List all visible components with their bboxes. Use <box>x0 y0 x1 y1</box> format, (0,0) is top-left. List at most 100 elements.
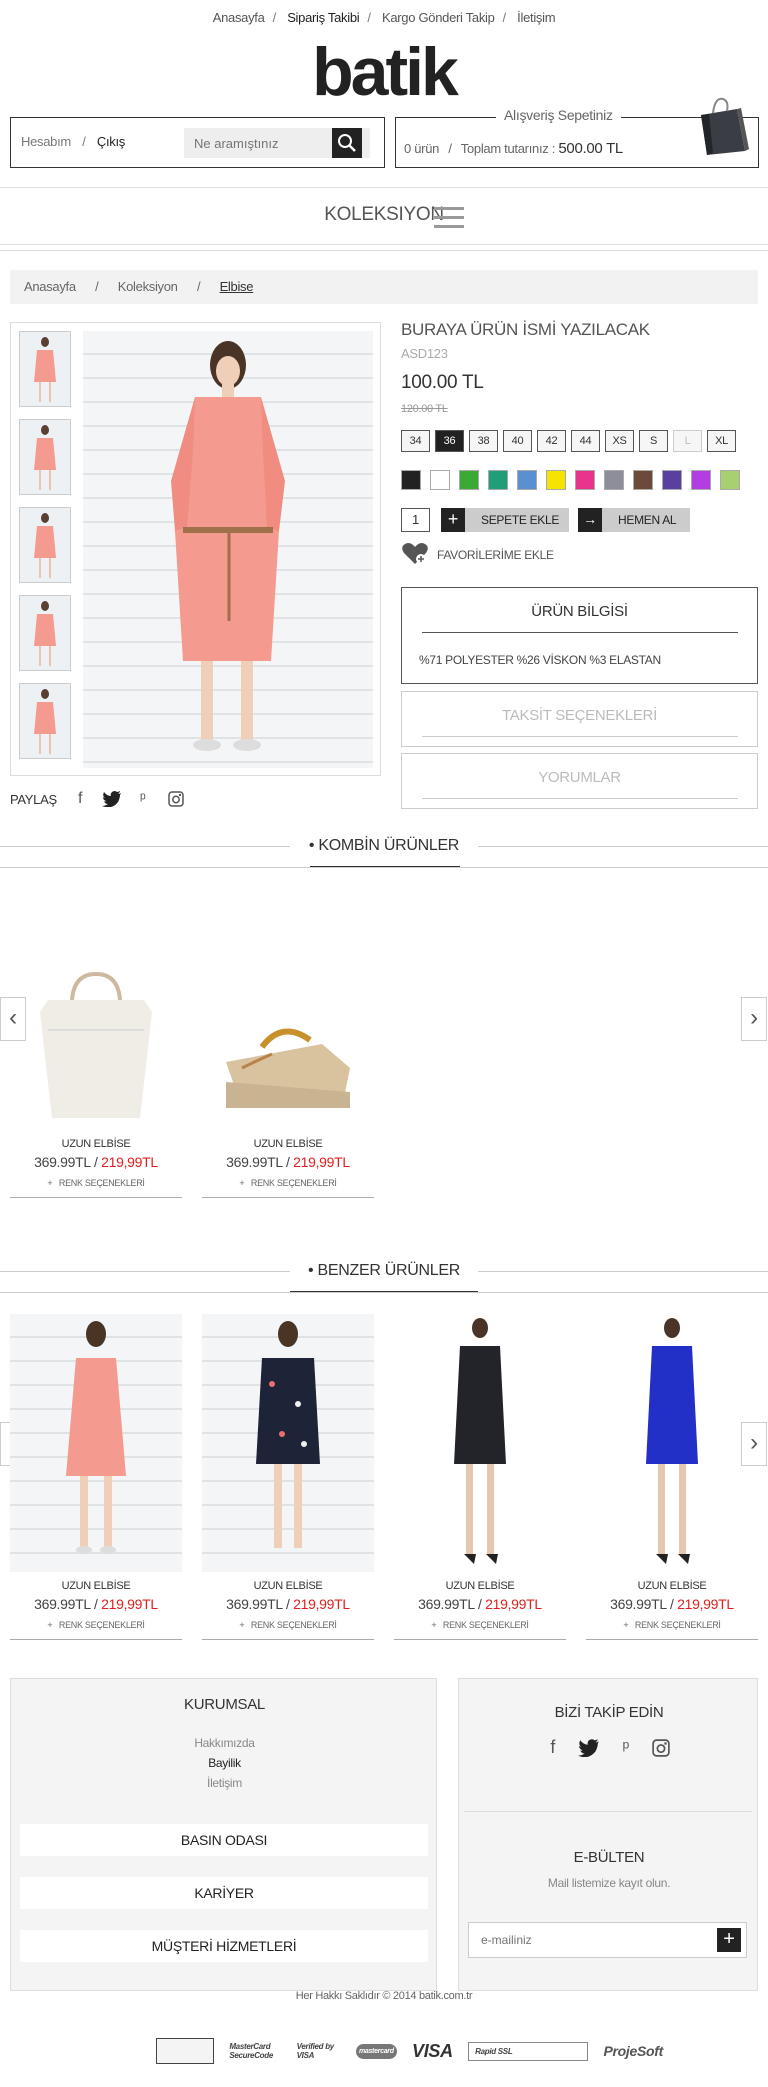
nav-contact[interactable]: İletişim <box>517 10 555 25</box>
thumbnail[interactable] <box>19 507 71 583</box>
color-swatch[interactable] <box>575 470 595 490</box>
buy-now-button[interactable]: → HEMEN AL <box>578 508 690 532</box>
product-price: 369.99TL / 219,99TL <box>418 1596 542 1612</box>
instagram-icon[interactable] <box>651 1739 670 1757</box>
email-field[interactable] <box>469 1923 689 1957</box>
instagram-icon[interactable] <box>168 791 184 807</box>
dealership-link[interactable]: Bayilik <box>11 1756 438 1770</box>
product-name: UZUN ELBİSE <box>253 1138 323 1150</box>
combo-product-card[interactable]: UZUN ELBİSE 369.99TL / 219,99TL + RENK S… <box>10 872 182 1198</box>
color-swatch[interactable] <box>401 470 421 490</box>
thumbnail[interactable] <box>19 595 71 671</box>
search-input[interactable] <box>184 128 334 158</box>
mastercard-securecode-logo: MasterCard SecureCode <box>229 2042 273 2060</box>
crumb-collection[interactable]: Koleksiyon <box>118 279 178 294</box>
color-options-link[interactable]: + RENK SEÇENEKLERİ <box>202 1620 374 1640</box>
cart-title: Alışveriş Sepetiniz <box>496 107 621 123</box>
size-option[interactable]: 38 <box>469 430 498 452</box>
size-option[interactable]: S <box>639 430 668 452</box>
cart-sep: / <box>448 141 452 156</box>
color-swatch[interactable] <box>546 470 566 490</box>
similar-product-card[interactable]: UZUN ELBİSE 369.99TL / 219,99TL + RENK S… <box>394 1314 566 1640</box>
color-swatch[interactable] <box>459 470 479 490</box>
search-button[interactable] <box>332 128 362 158</box>
size-option[interactable]: XS <box>605 430 634 452</box>
pinterest-icon[interactable]: ᵖ <box>140 790 146 807</box>
main-product-image[interactable] <box>83 331 373 768</box>
product-name: UZUN ELBİSE <box>637 1580 707 1592</box>
about-link[interactable]: Hakkımızda <box>11 1736 438 1750</box>
shopping-bag-icon[interactable] <box>693 95 753 157</box>
pinterest-icon[interactable]: ᵖ <box>622 1737 629 1757</box>
similar-product-card[interactable]: UZUN ELBİSE 369.99TL / 219,99TL + RENK S… <box>10 1314 182 1640</box>
size-option[interactable]: 40 <box>503 430 532 452</box>
product-image[interactable] <box>202 1314 374 1572</box>
size-option-selected[interactable]: 36 <box>435 430 464 452</box>
product-image[interactable] <box>10 1314 182 1572</box>
nav-cargo-tracking[interactable]: Kargo Gönderi Takip <box>382 10 495 25</box>
twitter-icon[interactable] <box>577 1739 600 1758</box>
product-image[interactable] <box>202 872 374 1130</box>
section-line <box>0 867 768 868</box>
size-option[interactable]: 42 <box>537 430 566 452</box>
color-swatch[interactable] <box>430 470 450 490</box>
color-options-link[interactable]: + RENK SEÇENEKLERİ <box>10 1178 182 1198</box>
twitter-icon[interactable] <box>102 791 122 807</box>
facebook-icon[interactable]: f <box>550 1737 555 1757</box>
facebook-icon[interactable]: f <box>78 790 82 808</box>
nav-home[interactable]: Anasayfa <box>213 10 265 25</box>
add-to-cart-button[interactable]: + SEPETE EKLE <box>441 508 569 532</box>
add-to-favorites[interactable]: FAVORİLERİME EKLE <box>437 548 554 562</box>
color-swatch[interactable] <box>488 470 508 490</box>
product-image[interactable] <box>394 1314 566 1572</box>
color-options-link[interactable]: + RENK SEÇENEKLERİ <box>394 1620 566 1640</box>
color-options-link[interactable]: + RENK SEÇENEKLERİ <box>202 1178 374 1198</box>
installment-panel[interactable]: TAKSİT SEÇENEKLERİ <box>401 691 758 747</box>
product-image[interactable] <box>586 1314 758 1572</box>
quantity-input[interactable]: 1 <box>401 508 430 532</box>
account-box: Hesabım / Çıkış <box>10 117 385 168</box>
crumb-current[interactable]: Elbise <box>220 279 254 294</box>
color-swatch[interactable] <box>662 470 682 490</box>
size-option[interactable]: XL <box>707 430 736 452</box>
subscribe-plus-button[interactable]: + <box>717 1928 741 1952</box>
color-swatch[interactable] <box>604 470 624 490</box>
similar-product-card[interactable]: UZUN ELBİSE 369.99TL / 219,99TL + RENK S… <box>586 1314 758 1640</box>
color-swatch[interactable] <box>633 470 653 490</box>
customer-service-button[interactable]: MÜŞTERİ HİZMETLERİ <box>20 1930 428 1962</box>
crumb-sep: / <box>95 279 99 294</box>
account-link[interactable]: Hesabım <box>21 134 71 149</box>
product-gallery <box>10 322 381 776</box>
menu-icon[interactable] <box>434 207 464 229</box>
similar-section-title: • BENZER ÜRÜNLER <box>308 1262 460 1279</box>
logout-link[interactable]: Çıkış <box>97 134 125 149</box>
color-options-link[interactable]: + RENK SEÇENEKLERİ <box>586 1620 758 1640</box>
heart-plus-icon[interactable] <box>401 542 429 566</box>
newsletter-form: + <box>468 1922 747 1958</box>
combo-product-card[interactable]: UZUN ELBİSE 369.99TL / 219,99TL + RENK S… <box>202 872 374 1198</box>
nav-order-tracking[interactable]: Sipariş Takibi <box>287 10 359 25</box>
logo[interactable]: batik <box>0 38 768 106</box>
reviews-panel[interactable]: YORUMLAR <box>401 753 758 809</box>
thumbnail[interactable] <box>19 331 71 407</box>
similar-product-card[interactable]: UZUN ELBİSE 369.99TL / 219,99TL + RENK S… <box>202 1314 374 1640</box>
product-info-title[interactable]: ÜRÜN BİLGİSİ <box>402 588 757 632</box>
color-swatch[interactable] <box>691 470 711 490</box>
contact-link[interactable]: İletişim <box>11 1776 438 1790</box>
color-swatch[interactable] <box>720 470 740 490</box>
cart-total-label: Toplam tutarınız : <box>460 141 556 156</box>
press-room-button[interactable]: BASIN ODASI <box>20 1824 428 1856</box>
product-name: UZUN ELBİSE <box>61 1138 131 1150</box>
plus-icon: + <box>441 508 465 532</box>
color-swatch[interactable] <box>517 470 537 490</box>
size-option[interactable]: 44 <box>571 430 600 452</box>
product-image[interactable] <box>10 872 182 1130</box>
thumbnail[interactable] <box>19 683 71 759</box>
color-options-link[interactable]: + RENK SEÇENEKLERİ <box>10 1620 182 1640</box>
size-option[interactable]: 34 <box>401 430 430 452</box>
thumbnail[interactable] <box>19 419 71 495</box>
carousel-next-button[interactable]: › <box>741 997 767 1041</box>
crumb-home[interactable]: Anasayfa <box>24 279 76 294</box>
collection-menu[interactable]: KOLEKSIYON <box>0 204 768 226</box>
career-button[interactable]: KARİYER <box>20 1877 428 1909</box>
